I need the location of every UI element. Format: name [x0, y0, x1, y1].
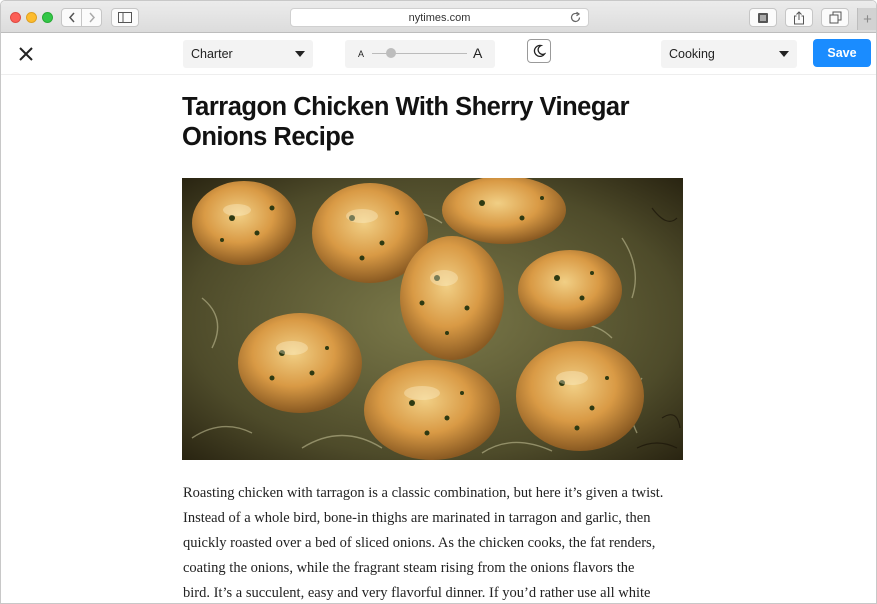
article-body-line: Roasting chicken with tarragon is a clas…	[183, 485, 664, 501]
new-tab-button[interactable]: +	[857, 8, 876, 30]
article-body-line: quickly roasted over a bed of sliced oni…	[183, 535, 656, 551]
article-title: Tarragon Chicken With Sherry Vinegar Oni…	[182, 93, 630, 151]
back-button[interactable]	[61, 8, 82, 27]
share-icon	[794, 10, 804, 24]
article-body-line: Instead of a whole bird, bone-in thighs …	[183, 510, 651, 526]
window-maximize-button[interactable]	[42, 12, 53, 23]
night-mode-button[interactable]	[527, 39, 551, 63]
article-body-line: bird. It’s a succulent, easy and very fl…	[183, 585, 651, 601]
roast-chicken-photo	[182, 178, 683, 460]
show-tabs-button[interactable]	[821, 8, 849, 27]
address-bar[interactable]: nytimes.com	[290, 8, 589, 27]
font-select[interactable]: Charter	[183, 40, 313, 68]
reader-icon	[758, 12, 768, 23]
chevron-right-icon	[88, 12, 95, 23]
moon-icon	[533, 44, 546, 58]
window-close-button[interactable]	[10, 12, 21, 23]
text-size-slider-thumb[interactable]	[386, 48, 396, 58]
chevron-down-icon	[779, 51, 789, 57]
reader-view-button[interactable]	[749, 8, 777, 27]
article-body: Roasting chicken with tarragon is a clas…	[183, 481, 703, 603]
decrease-text-size-label[interactable]: A	[358, 49, 364, 59]
section-select-value: Cooking	[669, 47, 715, 61]
close-icon[interactable]	[16, 44, 36, 64]
chevron-left-icon	[68, 12, 75, 23]
hero-image	[182, 178, 683, 460]
increase-text-size-label[interactable]: A	[473, 45, 482, 61]
tabs-icon	[829, 11, 841, 24]
plus-icon: +	[863, 10, 872, 28]
browser-titlebar: nytimes.com +	[1, 1, 876, 33]
window-minimize-button[interactable]	[26, 12, 37, 23]
section-select[interactable]: Cooking	[661, 40, 797, 68]
reader-toolbar: Charter A A Cooking Save	[1, 33, 876, 75]
font-select-value: Charter	[191, 47, 233, 61]
sidebar-toggle-button[interactable]	[111, 8, 139, 27]
url-text: nytimes.com	[408, 11, 471, 24]
sidebar-icon	[118, 12, 132, 23]
forward-button[interactable]	[81, 8, 102, 27]
save-button[interactable]: Save	[813, 39, 871, 67]
article-body-line: coating the onions, while the fragrant s…	[183, 560, 635, 576]
browser-window: nytimes.com + Charter A A Cooking Save T…	[0, 0, 877, 604]
share-button[interactable]	[785, 8, 813, 27]
chevron-down-icon	[295, 51, 305, 57]
reload-icon[interactable]	[569, 11, 582, 24]
text-size-control: A A	[345, 40, 495, 68]
